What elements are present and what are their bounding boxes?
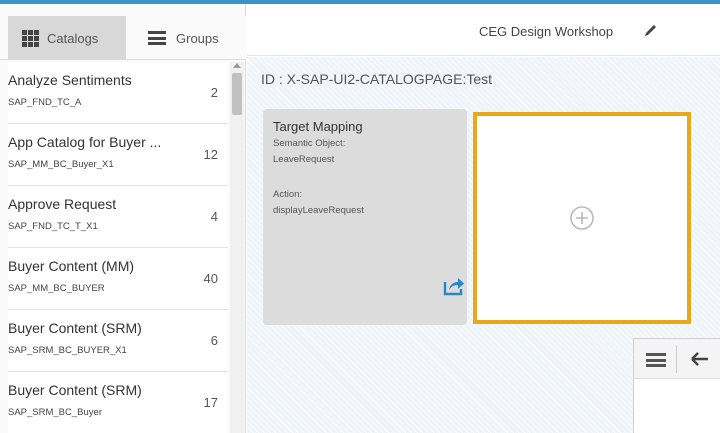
catalog-title: App Catalog for Buyer ... (8, 134, 162, 150)
semantic-object-value: LeaveRequest (273, 154, 335, 165)
divider (676, 345, 677, 373)
pencil-icon[interactable] (643, 22, 659, 38)
catalog-count: 12 (203, 147, 218, 162)
catalog-page-id: ID : X-SAP-UI2-CATALOGPAGE:Test (261, 71, 493, 87)
catalog-title: Buyer Content (SRM) (8, 382, 142, 398)
preview-window (633, 338, 720, 433)
page-title: CEG Design Workshop (479, 24, 614, 39)
menu-icon[interactable] (646, 353, 666, 367)
action-label: Action: (273, 189, 303, 200)
grid-icon (22, 29, 39, 47)
catalog-count: 17 (203, 395, 218, 410)
catalog-id: SAP_SRM_BC_BUYER_X1 (8, 345, 127, 356)
list-item[interactable]: Buyer Content (MM) SAP_MM_BC_BUYER 40 (8, 248, 228, 310)
tab-catalogs[interactable]: Catalogs (8, 16, 126, 60)
catalog-list: Analyze Sentiments SAP_FND_TC_A 2 App Ca… (8, 62, 228, 433)
catalog-count: 2 (210, 85, 218, 100)
catalog-count: 40 (203, 271, 218, 286)
scrollbar[interactable] (230, 62, 244, 433)
catalog-id: SAP_FND_TC_A (8, 97, 82, 108)
tab-groups-label: Groups (176, 30, 219, 46)
tile-title: Target Mapping (273, 119, 363, 134)
target-mapping-tile[interactable]: Target Mapping Semantic Object: LeaveReq… (263, 109, 467, 325)
add-tile-button[interactable] (473, 112, 691, 324)
preview-window-header (634, 339, 720, 379)
list-item[interactable]: Analyze Sentiments SAP_FND_TC_A 2 (8, 62, 228, 124)
catalog-title: Approve Request (8, 196, 117, 212)
sidebar-tabs: Catalogs Groups (0, 16, 246, 60)
catalog-content-area: ID : X-SAP-UI2-CATALOGPAGE:Test Target M… (247, 57, 720, 433)
scroll-up-arrow-icon[interactable] (233, 63, 241, 68)
catalog-title: Analyze Sentiments (8, 72, 132, 88)
catalog-id: SAP_FND_TC_T_X1 (8, 221, 98, 232)
list-item[interactable]: Approve Request SAP_FND_TC_T_X1 4 (8, 186, 228, 248)
list-item[interactable]: Buyer Content (SRM) SAP_SRM_BC_Buyer 17 (8, 372, 228, 433)
page-header: CEG Design Workshop (247, 4, 720, 56)
catalog-title: Buyer Content (SRM) (8, 320, 142, 336)
semantic-object-label: Semantic Object: (273, 138, 346, 149)
tab-groups[interactable]: Groups (132, 16, 244, 60)
catalog-title: Buyer Content (MM) (8, 258, 135, 274)
catalog-count: 6 (210, 333, 218, 348)
catalog-id: SAP_MM_BC_BUYER (8, 283, 105, 294)
share-icon[interactable] (443, 276, 465, 296)
list-item[interactable]: App Catalog for Buyer ... SAP_MM_BC_Buye… (8, 124, 228, 186)
catalog-id: SAP_MM_BC_Buyer_X1 (8, 159, 114, 170)
catalog-id: SAP_SRM_BC_Buyer (8, 407, 102, 418)
action-value: displayLeaveRequest (273, 205, 364, 216)
menu-icon (148, 31, 166, 45)
tab-catalogs-label: Catalogs (47, 30, 99, 46)
catalog-count: 4 (210, 209, 218, 224)
sidebar: Catalogs Groups Analyze Sentiments SAP_F… (0, 4, 246, 433)
scrollbar-thumb[interactable] (232, 73, 242, 115)
list-item[interactable]: Buyer Content (SRM) SAP_SRM_BC_BUYER_X1 … (8, 310, 228, 372)
back-arrow-icon[interactable] (690, 351, 710, 367)
plus-circle-icon (570, 206, 594, 230)
